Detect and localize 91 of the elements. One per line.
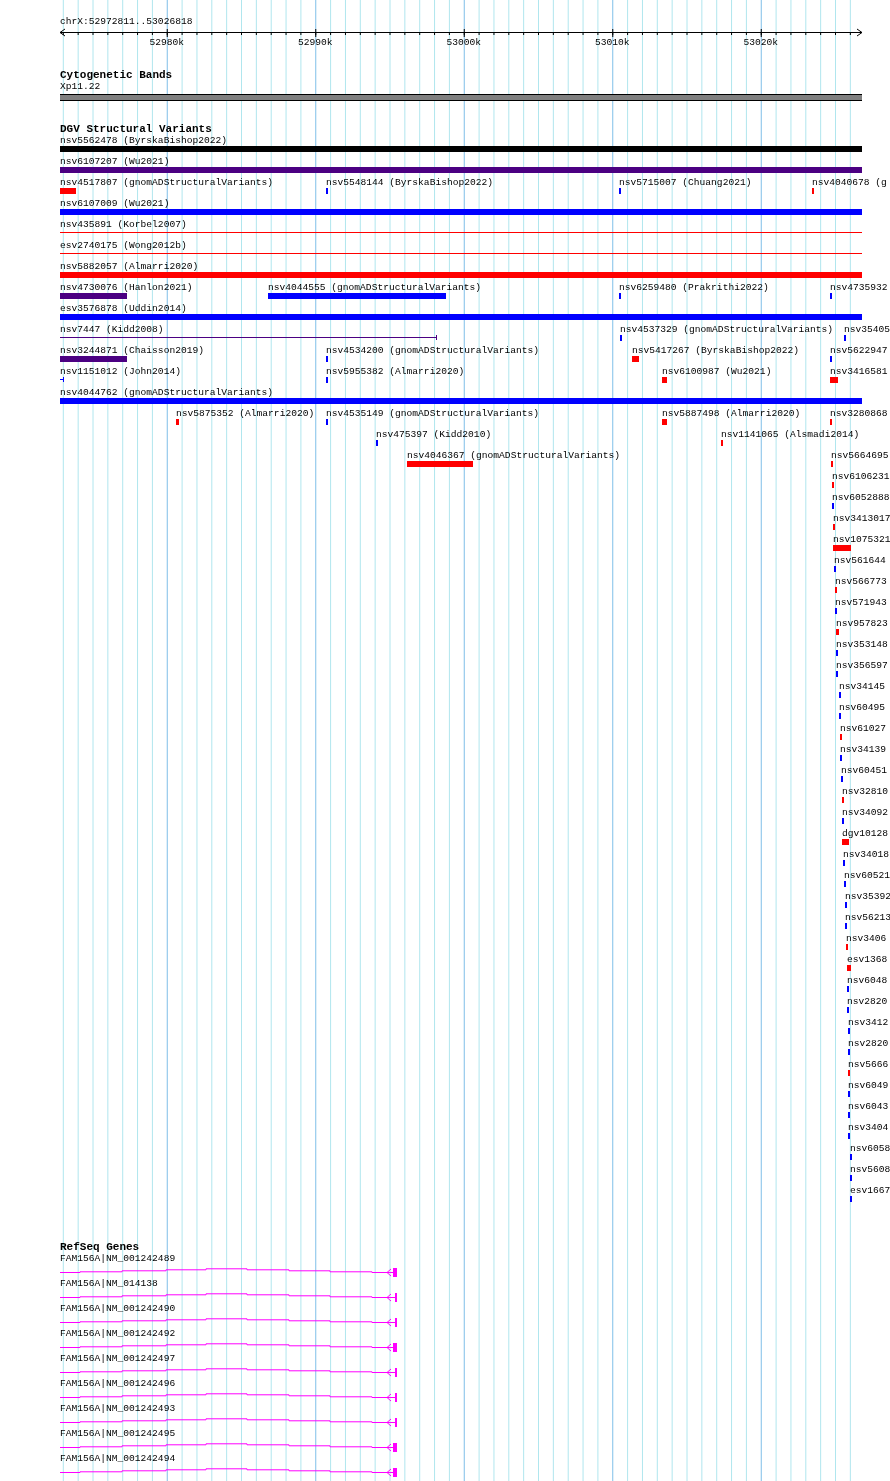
variant-label: nsv5664695 (831, 450, 889, 461)
variant-label: nsv4044762 (gnomADStructuralVariants) (60, 387, 274, 398)
end-tick (436, 335, 437, 340)
transcript-label: FAM156A|NM_001242489 (60, 1253, 176, 1264)
variant-label: nsv34145 (839, 681, 886, 692)
variant-label: nsv3416581 (830, 366, 888, 377)
transcript-label: FAM156A|NM_001242495 (60, 1428, 176, 1439)
variant-label: nsv1141065 (Alsmadi2014) (721, 429, 860, 440)
variant-label: nsv60451 (841, 765, 888, 776)
variant-label: nsv6107009 (Wu2021) (60, 198, 170, 209)
variant-label: nsv3244871 (Chaisson2019) (60, 345, 204, 356)
track-title: Cytogenetic Bands (60, 70, 173, 81)
variant-label: esv2740175 (Wong2012b) (60, 240, 187, 251)
region-coordinates: chrX:52972811..53026818 (60, 16, 193, 27)
variant-label: nsv5562478 (ByrskaBishop2022) (60, 135, 227, 146)
variant-label: nsv6106231 (832, 471, 890, 482)
scale-tick-label: 53010k (595, 37, 630, 48)
variant-label: nsv35392 (845, 891, 890, 902)
variant-label: nsv60495 (839, 702, 886, 713)
variant-label: nsv353148 (836, 639, 888, 650)
variant-label: esv1667 (850, 1185, 890, 1196)
variant-label: nsv35405 (844, 324, 890, 335)
variant-label: nsv6048 (847, 975, 888, 986)
variant-label: nsv5548144 (ByrskaBishop2022) (326, 177, 493, 188)
transcript-label: FAM156A|NM_001242490 (60, 1303, 176, 1314)
variant-label: nsv4730076 (Hanlon2021) (60, 282, 193, 293)
variant-label: nsv3413017 (833, 513, 890, 524)
variant-label: nsv1075321 (833, 534, 890, 545)
track-title: RefSeq Genes (60, 1242, 140, 1253)
variant-label: nsv60521 (844, 870, 890, 881)
variant-label: nsv356597 (836, 660, 888, 671)
variant-label: nsv4040678 (g (812, 177, 887, 188)
scale-tick-label: 52990k (298, 37, 333, 48)
transcript-label: FAM156A|NM_001242494 (60, 1453, 176, 1464)
variant-label: nsv4535149 (gnomADStructuralVariants) (326, 408, 540, 419)
end-tick (63, 377, 64, 382)
transcript-label: FAM156A|NM_001242493 (60, 1403, 176, 1414)
variant-label: nsv2820 (848, 1038, 889, 1049)
variant-label: nsv3280868 (830, 408, 888, 419)
transcript-label: FAM156A|NM_001242496 (60, 1378, 176, 1389)
variant-label: dgv10128 (842, 828, 889, 839)
variant-label: nsv5955382 (Almarri2020) (326, 366, 465, 377)
variant-label: nsv6043 (848, 1101, 889, 1112)
band-label: Xp11.22 (60, 81, 101, 92)
variant-label: nsv5875352 (Almarri2020) (176, 408, 315, 419)
variant-label: nsv7447 (Kidd2008) (60, 324, 164, 335)
variant-label: nsv475397 (Kidd2010) (376, 429, 492, 440)
transcript-label: FAM156A|NM_001242492 (60, 1328, 176, 1339)
variant-label: nsv4537329 (gnomADStructuralVariants) (620, 324, 834, 335)
scale-tick-label: 52980k (149, 37, 184, 48)
variant-label: nsv5622947 (830, 345, 888, 356)
variant-label: esv3576878 (Uddin2014) (60, 303, 187, 314)
variant-label: nsv3404 (848, 1122, 889, 1133)
transcript-label: FAM156A|NM_001242497 (60, 1353, 176, 1364)
scale-tick-label: 53020k (743, 37, 778, 48)
variant-label: nsv957823 (836, 618, 888, 629)
variant-label: nsv566773 (835, 576, 887, 587)
variant-label: nsv5882057 (Almarri2020) (60, 261, 199, 272)
track-title: DGV Structural Variants (60, 124, 212, 135)
variant-label: esv1368 (847, 954, 888, 965)
variant-label: nsv56213 (845, 912, 890, 923)
variant-label: nsv6058 (850, 1143, 890, 1154)
variant-label: nsv6259480 (Prakrithi2022) (619, 282, 769, 293)
variant-label: nsv5887498 (Almarri2020) (662, 408, 801, 419)
variant-label: nsv34018 (843, 849, 890, 860)
variant-label: nsv4534200 (gnomADStructuralVariants) (326, 345, 540, 356)
variant-label: nsv5417267 (ByrskaBishop2022) (632, 345, 799, 356)
variant-label: nsv4044555 (gnomADStructuralVariants) (268, 282, 482, 293)
variant-label: nsv3406 (846, 933, 887, 944)
variant-label: nsv3412 (848, 1017, 889, 1028)
variant-label: nsv5608 (850, 1164, 890, 1175)
variant-label: nsv4517807 (gnomADStructuralVariants) (60, 177, 274, 188)
variant-label: nsv561644 (834, 555, 886, 566)
variant-label: nsv1151012 (John2014) (60, 366, 181, 377)
variant-label: nsv5715007 (Chuang2021) (619, 177, 752, 188)
variant-label: nsv34139 (840, 744, 887, 755)
scale-tick-label: 53000k (446, 37, 481, 48)
variant-label: nsv435891 (Korbel2007) (60, 219, 187, 230)
variant-label: nsv6100987 (Wu2021) (662, 366, 772, 377)
variant-label: nsv4735932 (830, 282, 888, 293)
variant-label: nsv34092 (842, 807, 889, 818)
variant-label: nsv2820 (847, 996, 888, 1007)
variant-label: nsv571943 (835, 597, 887, 608)
variant-label: nsv61027 (840, 723, 887, 734)
transcript-label: FAM156A|NM_014138 (60, 1278, 158, 1289)
variant-label: nsv5666 (848, 1059, 889, 1070)
variant-label: nsv6107207 (Wu2021) (60, 156, 170, 167)
variant-label: nsv4046367 (gnomADStructuralVariants) (407, 450, 621, 461)
variant-label: nsv6052888 (832, 492, 890, 503)
variant-label: nsv32810 (842, 786, 889, 797)
variant-label: nsv6049 (848, 1080, 889, 1091)
